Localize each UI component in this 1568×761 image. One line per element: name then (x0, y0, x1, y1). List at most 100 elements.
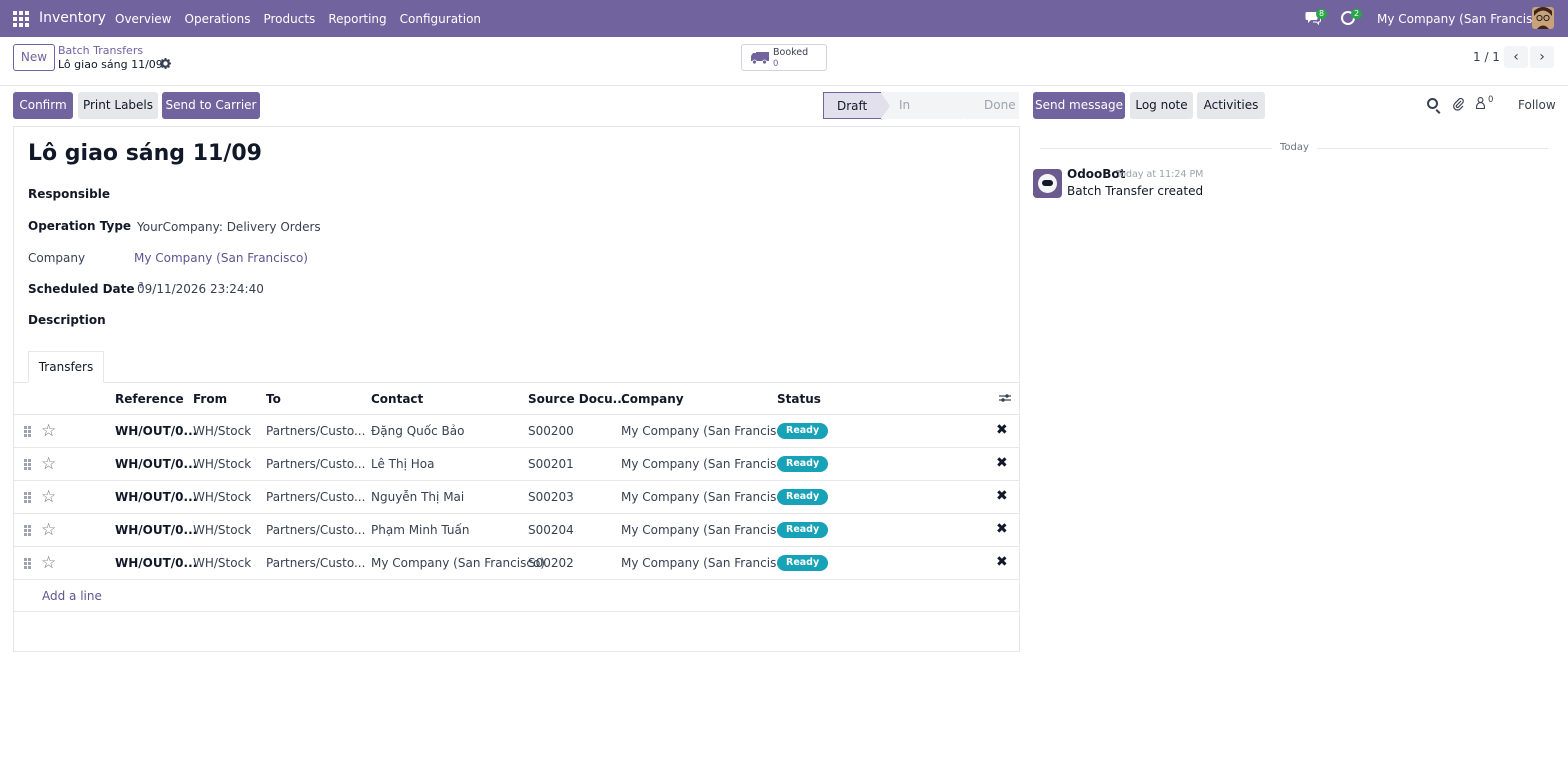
description-label: Description (28, 313, 106, 327)
print-labels-button[interactable]: Print Labels (78, 92, 158, 119)
message-body: Batch Transfer created (1067, 184, 1204, 198)
drag-handle-icon[interactable] (24, 459, 31, 470)
cell-contact: Đặng Quốc Bảo (371, 424, 465, 438)
remove-row-icon[interactable]: ✖ (996, 422, 1008, 438)
table-row[interactable]: ☆ WH/OUT/0... WH/Stock Partners/Custo...… (14, 547, 1019, 580)
drag-handle-icon[interactable] (24, 525, 31, 536)
operation-type-label: Operation Type (28, 219, 132, 233)
activities-button[interactable]: Activities (1197, 92, 1265, 119)
main-menu: Overview Operations Products Reporting C… (115, 12, 494, 26)
column-company[interactable]: Company (621, 392, 684, 406)
cell-reference: WH/OUT/0... (115, 424, 198, 438)
message-date: Today at 11:24 PM (1116, 169, 1204, 180)
table-row[interactable]: ☆ WH/OUT/0... WH/Stock Partners/Custo...… (14, 514, 1019, 547)
menu-item-overview[interactable]: Overview (115, 12, 172, 26)
column-from[interactable]: From (193, 392, 227, 406)
menu-item-reporting[interactable]: Reporting (328, 12, 386, 26)
column-settings-icon[interactable] (999, 393, 1011, 403)
drag-handle-icon[interactable] (24, 558, 31, 569)
cell-to: Partners/Custo... (266, 523, 366, 537)
messages-count-badge: 8 (1316, 9, 1328, 19)
operation-type-field[interactable]: YourCompany: Delivery Orders (137, 220, 321, 234)
table-row[interactable]: ☆ WH/OUT/0... WH/Stock Partners/Custo...… (14, 448, 1019, 481)
booked-smart-button[interactable]: Booked 0 (741, 44, 827, 71)
form-sheet: Lô giao sáng 11/09 Responsible Operation… (13, 126, 1020, 652)
search-icon[interactable] (1427, 98, 1438, 109)
remove-row-icon[interactable]: ✖ (996, 521, 1008, 537)
cell-from: WH/Stock (193, 457, 252, 471)
column-contact[interactable]: Contact (371, 392, 423, 406)
paperclip-icon[interactable] (1453, 97, 1464, 111)
cell-to: Partners/Custo... (266, 424, 366, 438)
column-source-document[interactable]: Source Docu... (528, 392, 626, 406)
pager-value[interactable]: 1 / 1 (1473, 50, 1500, 64)
column-reference[interactable]: Reference (115, 392, 184, 406)
cell-contact: My Company (San Francisco) (371, 556, 545, 570)
new-button[interactable]: New (13, 44, 55, 71)
apps-menu-icon[interactable] (13, 11, 29, 27)
add-a-line-link[interactable]: Add a line (42, 589, 102, 603)
robot-face-icon (1038, 174, 1057, 193)
star-icon[interactable]: ☆ (41, 454, 56, 474)
company-switcher[interactable]: My Company (San Francisco) (1377, 12, 1551, 26)
cell-company: My Company (San Francisco) (621, 556, 795, 570)
star-icon[interactable]: ☆ (41, 553, 56, 573)
app-name[interactable]: Inventory (39, 10, 106, 26)
add-line-row (14, 581, 1019, 612)
menu-item-configuration[interactable]: Configuration (400, 12, 481, 26)
table-row[interactable]: ☆ WH/OUT/0... WH/Stock Partners/Custo...… (14, 481, 1019, 514)
cell-source: S00204 (528, 523, 574, 537)
stage-draft[interactable]: Draft (823, 92, 891, 120)
send-message-button[interactable]: Send message (1033, 92, 1125, 119)
transfers-table-header: Reference From To Contact Source Docu...… (14, 383, 1019, 415)
log-note-button[interactable]: Log note (1130, 92, 1193, 119)
status-stages: Draft In progress Done (823, 92, 1019, 139)
truck-icon (751, 52, 769, 64)
cell-reference: WH/OUT/0... (115, 457, 198, 471)
tab-transfers[interactable]: Transfers (28, 351, 104, 383)
drag-handle-icon[interactable] (24, 426, 31, 437)
remove-row-icon[interactable]: ✖ (996, 455, 1008, 471)
cell-contact: Nguyễn Thị Mai (371, 490, 465, 504)
column-status[interactable]: Status (777, 392, 821, 406)
chevron-right-icon: › (1539, 49, 1545, 65)
follow-button[interactable]: Follow (1518, 98, 1556, 112)
remove-row-icon[interactable]: ✖ (996, 488, 1008, 504)
star-icon[interactable]: ☆ (41, 520, 56, 540)
pager-previous-button[interactable]: ‹ (1504, 46, 1528, 68)
menu-item-products[interactable]: Products (263, 12, 315, 26)
menu-item-operations[interactable]: Operations (185, 12, 251, 26)
star-icon[interactable]: ☆ (41, 487, 56, 507)
star-icon[interactable]: ☆ (41, 421, 56, 441)
breadcrumb-parent[interactable]: Batch Transfers (58, 44, 143, 57)
confirm-button[interactable]: Confirm (13, 92, 73, 119)
send-to-carrier-button[interactable]: Send to Carrier (162, 92, 260, 119)
company-field[interactable]: My Company (San Francisco) (134, 251, 308, 265)
user-avatar[interactable] (1532, 7, 1554, 29)
cell-from: WH/Stock (193, 490, 252, 504)
stage-in-progress[interactable]: In progress (881, 92, 973, 139)
cell-company: My Company (San Francisco) (621, 424, 795, 438)
cell-company: My Company (San Francisco) (621, 523, 795, 537)
remove-row-icon[interactable]: ✖ (996, 554, 1008, 570)
record-title[interactable]: Lô giao sáng 11/09 (28, 141, 262, 166)
status-badge: Ready (777, 522, 829, 538)
gear-icon[interactable] (160, 58, 171, 69)
column-to[interactable]: To (266, 392, 281, 406)
control-panel: New Batch Transfers Lô giao sáng 11/09 B… (0, 37, 1568, 86)
status-badge: Ready (777, 423, 829, 439)
status-badge: Ready (777, 555, 829, 571)
pager-next-button[interactable]: › (1530, 46, 1554, 68)
company-label: Company (28, 251, 86, 265)
drag-handle-icon[interactable] (24, 492, 31, 503)
table-row[interactable]: ☆ WH/OUT/0... WH/Stock Partners/Custo...… (14, 415, 1019, 448)
odoobot-avatar[interactable] (1033, 169, 1062, 198)
followers-button[interactable]: 0 (1476, 95, 1493, 112)
status-badge: Ready (777, 489, 829, 505)
cell-from: WH/Stock (193, 523, 252, 537)
status-badge: Ready (777, 456, 829, 472)
date-separator: Today (1272, 142, 1317, 153)
activities-count-badge: 2 (1351, 9, 1363, 19)
scheduled-date-field[interactable]: 09/11/2026 23:24:40 (137, 282, 264, 296)
cell-reference: WH/OUT/0... (115, 490, 198, 504)
